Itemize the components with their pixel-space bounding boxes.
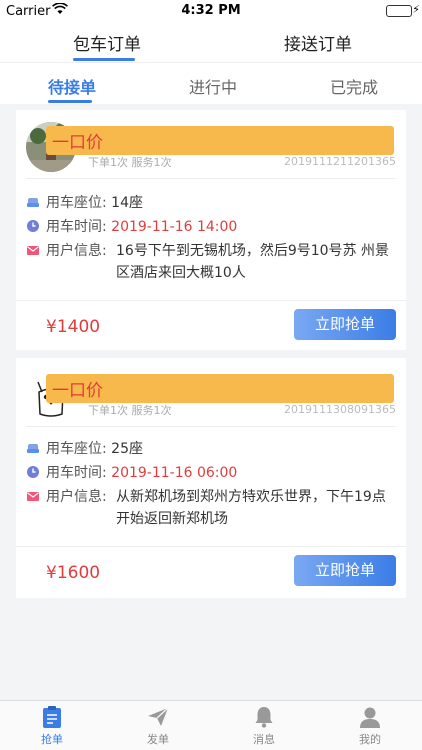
order-card-header: 李阳 车队 下单1次 服务1次 包车 一口价 2019111308091365 <box>16 358 406 426</box>
clock-time: 4:32 PM <box>181 3 241 18</box>
order-price: ¥1400 <box>46 317 101 337</box>
tab-pending[interactable]: 待接单 <box>48 74 96 98</box>
tabbar-label: 抢单 <box>41 733 63 746</box>
active-subtab-indicator <box>48 100 92 103</box>
tab-completed[interactable]: 已完成 <box>330 74 378 98</box>
seat-label: 用车座位: <box>46 195 107 211</box>
order-card-footer: ¥1600 立即抢单 <box>16 546 406 598</box>
tabbar-label: 我的 <box>359 733 381 746</box>
bell-icon <box>255 707 273 728</box>
mail-icon <box>26 489 40 503</box>
seat-label: 用车座位: <box>46 441 107 457</box>
grab-order-button[interactable]: 立即抢单 <box>294 309 396 340</box>
customer-stats: 下单1次 服务1次 <box>88 404 172 417</box>
battery-icon <box>386 5 412 17</box>
tabbar-item-grab[interactable]: 抢单 <box>22 705 82 747</box>
divider <box>26 426 396 427</box>
order-list[interactable]: 董闯 车队 下单1次 服务1次 包车 一口价 2019111211201365 … <box>0 104 422 700</box>
paper-plane-icon <box>148 707 169 726</box>
order-number: 2019111308091365 <box>284 403 396 416</box>
seat-value: 25座 <box>111 441 143 457</box>
order-status-tabs: 待接单 进行中 已完成 <box>0 62 422 104</box>
order-type-tabs: 包车订单 接送订单 <box>0 22 422 62</box>
status-bar: Carrier 4:32 PM ⚡ <box>0 0 422 22</box>
info-value: 从新郑机场到郑州方特欢乐世界，下午19点开始返回新郑机场 <box>116 489 386 527</box>
customer-stats: 下单1次 服务1次 <box>88 156 172 169</box>
order-number: 2019111211201365 <box>284 155 396 168</box>
time-row: 用车时间: 2019-11-16 06:00 <box>26 462 237 482</box>
seat-row: 用车座位: 14座 <box>26 192 143 212</box>
user-icon <box>360 707 380 728</box>
time-value: 2019-11-16 06:00 <box>111 465 238 481</box>
time-label: 用车时间: <box>46 465 107 481</box>
tabbar-item-messages[interactable]: 消息 <box>234 705 294 747</box>
mail-icon <box>26 243 40 257</box>
order-card-footer: ¥1400 立即抢单 <box>16 300 406 352</box>
pricing-tag: 一口价 <box>46 126 394 155</box>
info-label: 用户信息: <box>46 489 107 505</box>
divider <box>26 178 396 179</box>
tab-charter-orders[interactable]: 包车订单 <box>73 30 141 55</box>
time-row: 用车时间: 2019-11-16 14:00 <box>26 216 237 236</box>
info-value: 16号下午到无锡机场，然后9号10号苏 州景区酒店来回大概10人 <box>116 243 389 281</box>
pricing-tag: 一口价 <box>46 374 394 403</box>
tabbar-item-profile[interactable]: 我的 <box>340 705 400 747</box>
bottom-tab-bar: 抢单 发单 消息 我的 <box>0 700 422 750</box>
seat-value: 14座 <box>111 195 143 211</box>
tabbar-item-post[interactable]: 发单 <box>128 705 188 747</box>
time-label: 用车时间: <box>46 219 107 235</box>
seat-row: 用车座位: 25座 <box>26 438 143 458</box>
time-value: 2019-11-16 14:00 <box>111 219 238 235</box>
order-card[interactable]: 李阳 车队 下单1次 服务1次 包车 一口价 2019111308091365 … <box>16 358 406 598</box>
order-card-header: 董闯 车队 下单1次 服务1次 包车 一口价 2019111211201365 <box>16 110 406 178</box>
order-price: ¥1600 <box>46 563 101 583</box>
tabbar-label: 发单 <box>147 733 169 746</box>
clock-icon <box>26 219 40 233</box>
grab-order-button[interactable]: 立即抢单 <box>294 555 396 586</box>
active-tab-indicator <box>73 58 135 61</box>
seat-icon <box>26 441 40 455</box>
clipboard-icon <box>43 706 61 728</box>
info-label: 用户信息: <box>46 243 107 259</box>
seat-icon <box>26 195 40 209</box>
clock-icon <box>26 465 40 479</box>
tab-transfer-orders[interactable]: 接送订单 <box>284 30 352 55</box>
charging-icon: ⚡ <box>412 3 420 16</box>
tabbar-label: 消息 <box>253 733 275 746</box>
tab-in-progress[interactable]: 进行中 <box>189 74 237 98</box>
order-card[interactable]: 董闯 车队 下单1次 服务1次 包车 一口价 2019111211201365 … <box>16 110 406 350</box>
